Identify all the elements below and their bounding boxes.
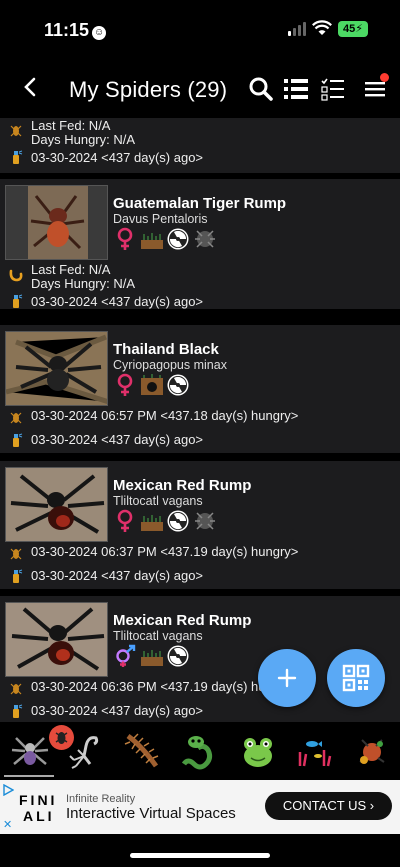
spider-photo[interactable] (5, 185, 108, 260)
aquatic-icon (298, 741, 332, 767)
page-title: My Spiders (29) (69, 77, 228, 102)
centipede-tab[interactable] (122, 730, 162, 772)
ad-headline: Interactive Virtual Spaces (66, 805, 236, 822)
scorpion-tab[interactable] (66, 730, 106, 772)
terrestrial-icon (141, 233, 163, 249)
home-indicator[interactable] (130, 853, 270, 858)
spider-scientific-name: Cyriopagopus minax (113, 358, 227, 372)
spider-card-partial[interactable]: Last Fed: N/A Days Hungry: N/A 03-30-202… (0, 118, 400, 173)
spider-photo[interactable] (5, 602, 108, 677)
hair-kicker-icon (195, 230, 215, 248)
spider-card[interactable]: Guatemalan Tiger Rump Davus Pentaloris L… (0, 179, 400, 309)
spider-photo[interactable] (5, 331, 108, 406)
watered-text: 03-30-2024 <437 day(s) ago> (31, 432, 204, 447)
molt-worm-icon (9, 269, 23, 282)
spider-scientific-name: Tliltocatl vagans (113, 494, 203, 508)
cricket-icon (10, 683, 22, 695)
hair-kicker-icon (195, 512, 215, 530)
qr-scan-button[interactable] (327, 649, 385, 707)
venom-hazard-icon (167, 510, 189, 532)
ad-banner[interactable]: FINI ALI Infinite Reality Interactive Vir… (0, 780, 400, 834)
female-icon (117, 227, 133, 250)
venom-hazard-icon (167, 645, 189, 667)
ad-advertiser: Infinite Reality (66, 793, 136, 805)
watered-text: 03-30-2024 <437 day(s) ago> (31, 568, 204, 583)
spider-photo[interactable] (5, 467, 108, 542)
venom-hazard-icon (167, 374, 189, 396)
app-header: My Spiders (29) (0, 58, 400, 118)
centipede-icon (124, 733, 159, 768)
last-fed-text: Last Fed: N/A (31, 262, 111, 277)
water-spray-icon (13, 294, 23, 308)
checklist-icon[interactable] (320, 76, 346, 102)
active-tab-indicator (4, 775, 54, 777)
last-fed-text: Last Fed: N/A (31, 118, 111, 133)
focus-mode-icon: ☺ (92, 26, 107, 40)
terrestrial-icon (141, 515, 163, 531)
spider-card[interactable]: Mexican Red Rump Tliltocatl vagans 03-30… (0, 461, 400, 589)
spider-card[interactable]: Thailand Black Cyriopagopus minax 03-30-… (0, 325, 400, 453)
days-hungry-text: Days Hungry: N/A (31, 132, 136, 147)
water-spray-icon (13, 569, 23, 583)
frog-icon (244, 738, 272, 767)
qr-code-icon (342, 664, 370, 692)
scorpion-icon (69, 736, 99, 769)
venom-hazard-icon (167, 228, 189, 250)
female-icon (117, 509, 133, 532)
home-area (0, 834, 400, 867)
water-spray-icon (13, 704, 23, 718)
spider-scientific-name: Davus Pentaloris (113, 212, 208, 226)
spider-common-name: Mexican Red Rump (113, 612, 252, 629)
watered-text: 03-30-2024 <437 day(s) ago> (31, 294, 204, 309)
other-tab[interactable] (352, 730, 392, 772)
last-fed-text: 03-30-2024 06:37 PM <437.19 day(s) hungr… (31, 544, 299, 559)
spider-scientific-name: Tliltocatl vagans (113, 629, 203, 643)
fish-tab[interactable] (294, 730, 334, 772)
category-tab-bar (0, 722, 400, 780)
last-fed-text: 03-30-2024 06:57 PM <437.18 day(s) hungr… (31, 408, 299, 423)
spider-common-name: Mexican Red Rump (113, 477, 252, 494)
ad-contact-button[interactable]: CONTACT US › (265, 792, 392, 820)
cellular-signal-icon (288, 22, 308, 36)
spider-common-name: Guatemalan Tiger Rump (113, 195, 287, 212)
list-view-icon[interactable] (283, 76, 309, 102)
spider-list[interactable]: Last Fed: N/A Days Hungry: N/A 03-30-202… (0, 118, 400, 722)
add-spider-button[interactable] (258, 649, 316, 707)
tarantula-tab[interactable] (10, 725, 74, 772)
snake-icon (181, 736, 213, 770)
ad-close-icon[interactable]: ✕ (3, 818, 12, 831)
frog-tab[interactable] (238, 730, 278, 772)
days-hungry-text: Days Hungry: N/A (31, 276, 136, 291)
plus-icon (277, 668, 297, 688)
ad-choices-icon[interactable] (2, 784, 14, 796)
chevron-right-icon: › (369, 798, 375, 813)
snake-tab[interactable] (178, 730, 218, 772)
female-icon (117, 373, 133, 396)
cricket-icon (10, 412, 22, 424)
water-spray-icon (13, 433, 23, 447)
back-button[interactable] (18, 74, 42, 100)
battery-icon: 45⚡ (338, 21, 368, 37)
watered-text: 03-30-2024 <437 day(s) ago> (31, 150, 204, 165)
terrestrial-icon (141, 650, 163, 666)
wifi-icon (312, 20, 332, 35)
status-bar: 11:15 ☺ 45⚡ (0, 0, 400, 58)
notification-dot (380, 73, 389, 82)
unsexed-icon (116, 644, 136, 667)
spider-common-name: Thailand Black (113, 341, 219, 358)
cricket-icon (10, 548, 22, 560)
search-icon[interactable] (248, 76, 274, 102)
watered-text: 03-30-2024 <437 day(s) ago> (31, 703, 204, 718)
status-time: 11:15 ☺ (44, 20, 107, 40)
burrow-icon (141, 374, 163, 395)
water-spray-icon (13, 150, 23, 164)
tarantula-icon (11, 737, 49, 765)
ad-logo: FINI ALI (19, 792, 58, 824)
mixed-animals-icon (359, 739, 385, 764)
cricket-icon (10, 125, 22, 137)
